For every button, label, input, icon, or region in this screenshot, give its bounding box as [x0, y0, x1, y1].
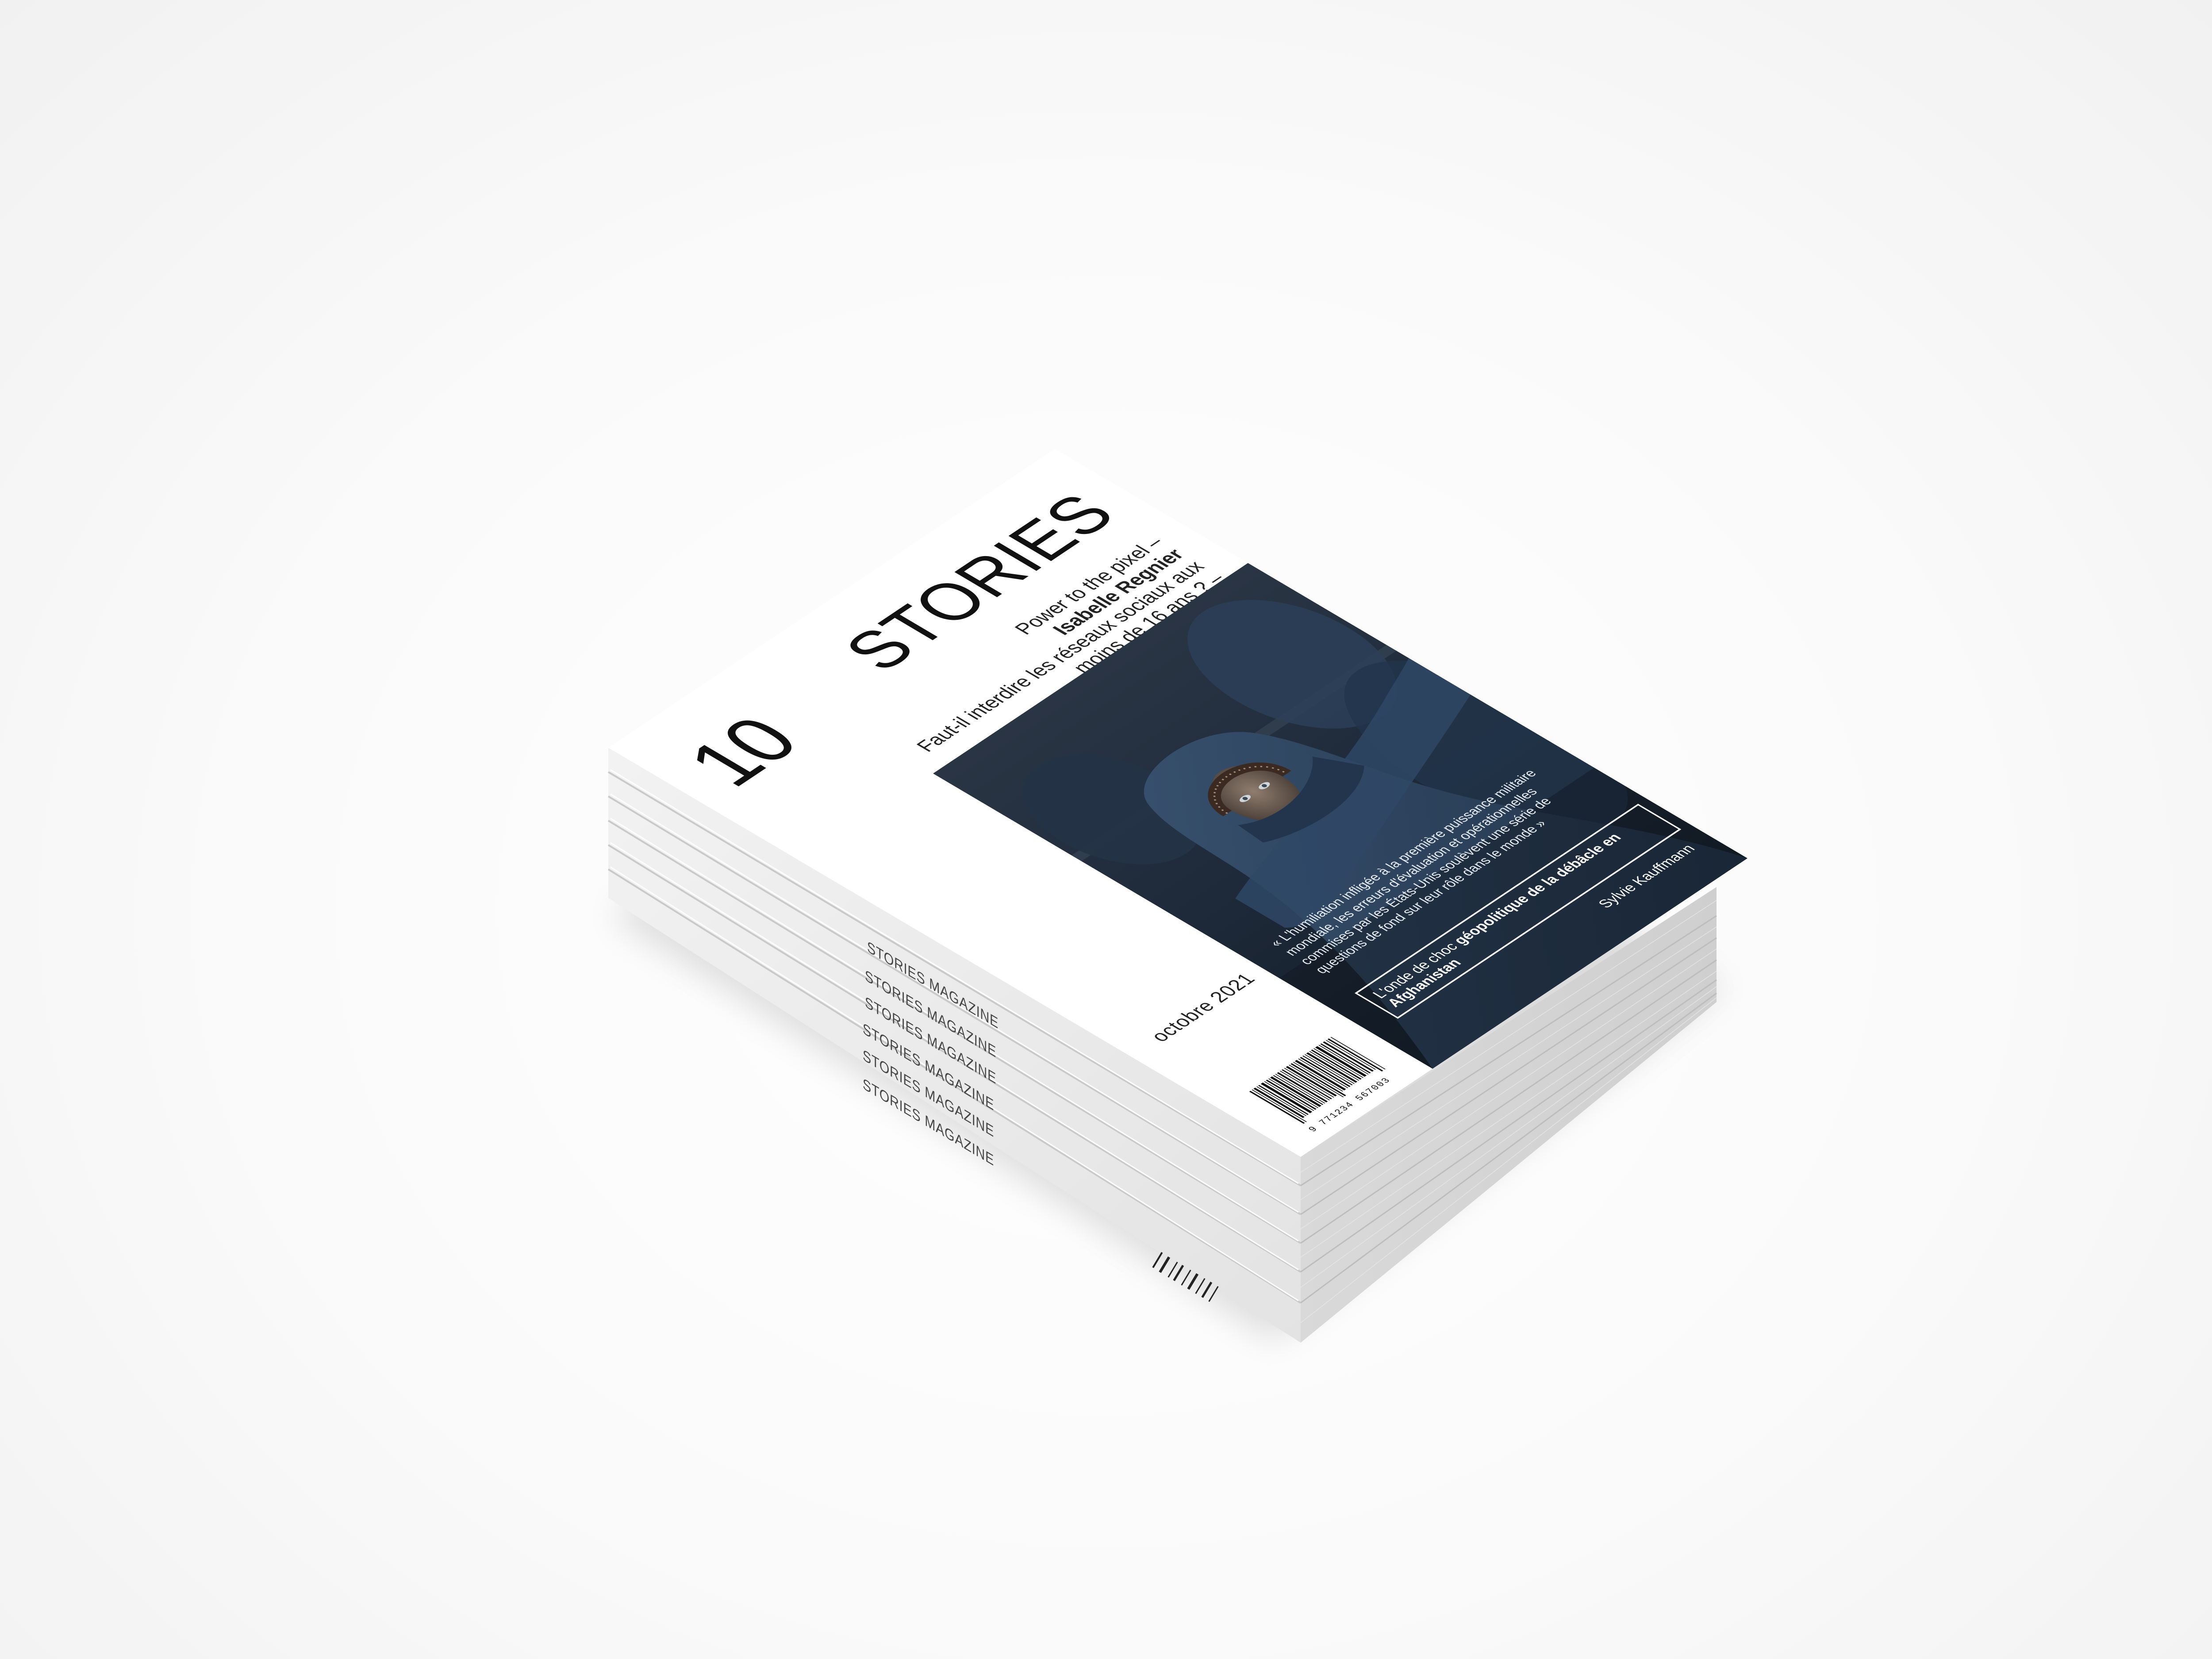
issue-date: octobre 2021 — [1146, 970, 1260, 1045]
issue-number: 10 — [666, 704, 818, 799]
